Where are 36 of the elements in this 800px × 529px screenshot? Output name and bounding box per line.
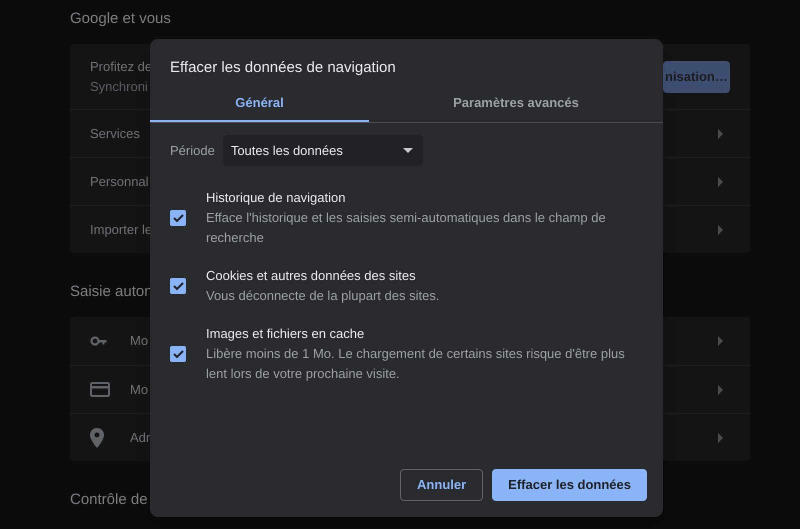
- option-title: Images et fichiers en cache: [206, 325, 366, 343]
- checkbox[interactable]: [170, 278, 186, 294]
- chevron-right-icon: [717, 384, 724, 396]
- row-label: Mo: [130, 380, 148, 399]
- location-pin-icon: [90, 428, 104, 448]
- row-label: Mo: [130, 332, 148, 350]
- checkbox[interactable]: [170, 210, 186, 226]
- checkmark-icon: [172, 213, 184, 223]
- chevron-right-icon: [717, 224, 724, 236]
- dialog-title: Effacer les données de navigation: [169, 58, 397, 78]
- row-label: Adr: [130, 428, 150, 447]
- option-description: Vous déconnecte de la plupart des sites.: [206, 287, 440, 305]
- clear-data-button[interactable]: Effacer les données: [492, 469, 647, 501]
- checkmark-icon: [172, 281, 184, 291]
- cancel-button[interactable]: Annuler: [400, 469, 484, 501]
- row-label: Services: [90, 124, 140, 143]
- chevron-right-icon: [717, 335, 724, 347]
- checkbox[interactable]: [170, 346, 186, 362]
- credit-card-icon: [90, 381, 110, 398]
- checkmark-icon: [172, 349, 184, 359]
- row-sublabel: Synchroni: [90, 78, 149, 96]
- section-title: Google et vous: [70, 10, 171, 28]
- chevron-right-icon: [717, 128, 724, 140]
- tab[interactable]: Général: [150, 85, 369, 122]
- tab[interactable]: Paramètres avancés: [369, 85, 663, 122]
- dropdown-caret-icon: [402, 148, 413, 153]
- option-description: Efface l'historique et les saisies semi-automatiques dans le champ de recherche: [206, 209, 607, 247]
- chevron-right-icon: [717, 432, 724, 444]
- period-label: Période: [170, 142, 215, 160]
- section-title: Contrôle de: [70, 491, 148, 509]
- option-title: Historique de navigation: [206, 189, 346, 207]
- row-label: Personnal: [90, 172, 149, 191]
- period-select[interactable]: Toutes les données: [222, 135, 423, 166]
- chevron-right-icon: [717, 176, 724, 188]
- option-description: Libère moins de 1 Mo. Le chargement de certains sites risque d'être plus lent lors de votre prochaine visite.: [206, 345, 626, 383]
- option-title: Cookies et autres données des sites: [206, 267, 417, 285]
